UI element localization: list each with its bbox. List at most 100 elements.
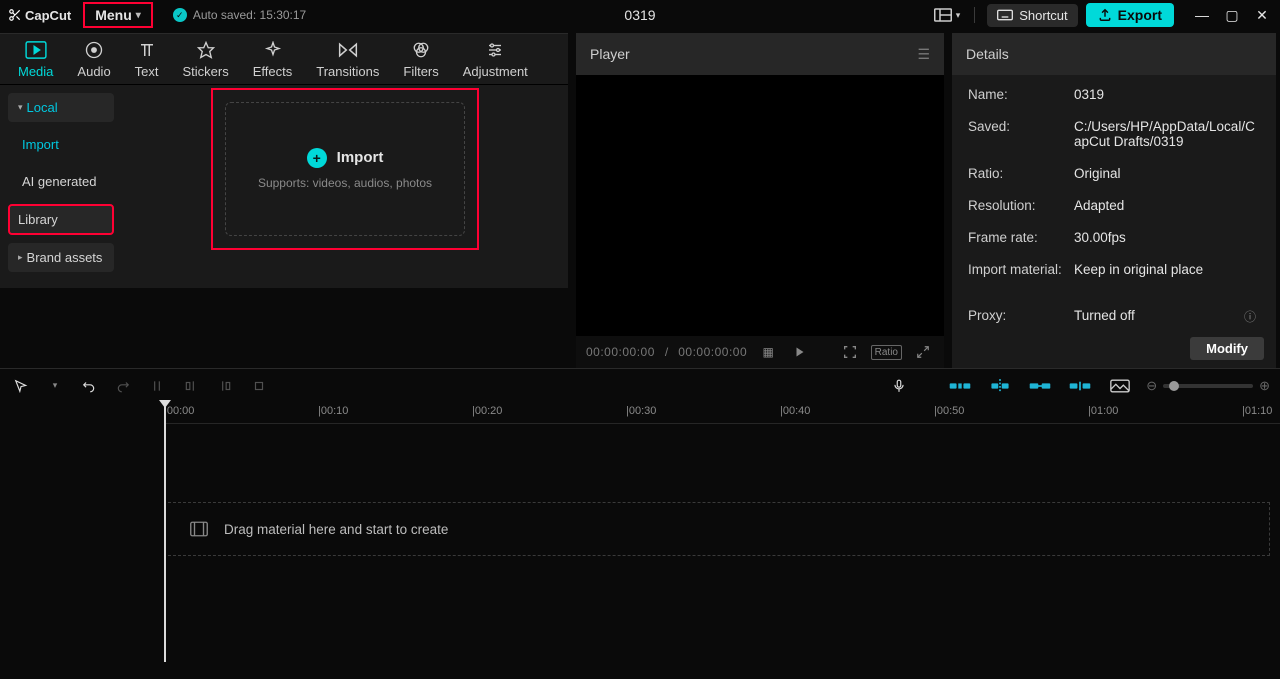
shortcut-button[interactable]: Shortcut xyxy=(987,4,1077,27)
sidebar-item-ai[interactable]: AI generated xyxy=(8,167,114,196)
ruler-tick: |00:20 xyxy=(472,405,502,417)
app-logo: CapCut xyxy=(8,8,71,23)
sidebar-item-local[interactable]: ▾ Local xyxy=(8,93,114,122)
preview-mode-button[interactable] xyxy=(1066,376,1094,396)
modify-button[interactable]: Modify xyxy=(1190,337,1264,360)
menu-button[interactable]: Menu ▾ xyxy=(83,2,153,28)
detail-ratio: Ratio: Original xyxy=(968,166,1260,181)
menu-icon[interactable]: ☰ xyxy=(917,46,930,63)
scan-icon[interactable] xyxy=(839,344,861,360)
link-button[interactable] xyxy=(1026,376,1054,396)
drop-hint-text: Drag material here and start to create xyxy=(224,522,448,537)
autosave-status: ✓ Auto saved: 15:30:17 xyxy=(173,8,306,22)
maximize-button[interactable]: ▢ xyxy=(1222,7,1242,24)
tab-transitions[interactable]: Transitions xyxy=(306,36,389,83)
magnet-main-button[interactable] xyxy=(946,376,974,396)
timeline-drop-hint: Drag material here and start to create xyxy=(168,502,1270,556)
text-icon xyxy=(138,40,156,60)
tab-label: Text xyxy=(135,64,159,79)
window-controls: — ▢ ✕ xyxy=(1192,7,1272,24)
main-tabs: Media Audio Text Stickers Effects Transi… xyxy=(0,33,568,85)
scissors-icon xyxy=(8,8,22,22)
adjustment-icon xyxy=(486,40,504,60)
tab-media[interactable]: Media xyxy=(8,36,63,83)
pointer-tool[interactable] xyxy=(10,379,32,393)
detail-import-material: Import material: Keep in original place xyxy=(968,262,1260,277)
help-icon[interactable]: ⓘ xyxy=(1244,308,1256,325)
export-button[interactable]: Export xyxy=(1086,3,1174,27)
detail-saved: Saved: C:/Users/HP/AppData/Local/CapCut … xyxy=(968,119,1260,149)
filters-icon xyxy=(412,40,430,60)
details-body: Name: 0319 Saved: C:/Users/HP/AppData/Lo… xyxy=(952,75,1276,337)
sidebar-item-library[interactable]: Library xyxy=(8,204,114,235)
ruler-tick: |00:30 xyxy=(626,405,656,417)
player-title: Player xyxy=(590,46,630,62)
fullscreen-icon[interactable] xyxy=(912,345,934,359)
sidebar-item-import[interactable]: Import xyxy=(8,130,114,159)
media-main: + Import Supports: videos, audios, photo… xyxy=(122,85,568,288)
player-panel: Player ☰ 00:00:00:00 / 00:00:00:00 ▦ Rat… xyxy=(576,33,944,368)
detail-resolution: Resolution: Adapted xyxy=(968,198,1260,213)
player-controls: 00:00:00:00 / 00:00:00:00 ▦ Ratio xyxy=(576,336,944,368)
import-label: Import xyxy=(337,149,384,166)
redo-button xyxy=(112,379,134,393)
tab-audio[interactable]: Audio xyxy=(67,36,120,83)
media-icon xyxy=(25,40,47,60)
tab-label: Effects xyxy=(253,64,293,79)
player-viewport xyxy=(576,75,944,336)
chevron-down-icon: ▾ xyxy=(136,10,141,21)
sidebar-item-label: Brand assets xyxy=(27,250,103,265)
sidebar-item-label: Library xyxy=(18,212,58,227)
divider xyxy=(974,7,975,23)
timeline-tracks[interactable]: Drag material here and start to create xyxy=(164,424,1280,594)
tab-text[interactable]: Text xyxy=(125,36,169,83)
detail-proxy: Proxy: Turned off ⓘ xyxy=(968,308,1260,325)
tab-stickers[interactable]: Stickers xyxy=(173,36,239,83)
import-dropzone[interactable]: + Import Supports: videos, audios, photo… xyxy=(225,102,465,236)
minimize-button[interactable]: — xyxy=(1192,7,1212,23)
zoom-out-icon[interactable]: ⊖ xyxy=(1146,378,1157,394)
tab-effects[interactable]: Effects xyxy=(243,36,303,83)
chevron-down-icon: ▾ xyxy=(956,10,961,21)
tab-filters[interactable]: Filters xyxy=(393,36,448,83)
workspace: Media Audio Text Stickers Effects Transi… xyxy=(0,33,1280,368)
plus-icon: + xyxy=(307,148,327,168)
time-current: 00:00:00:00 xyxy=(586,345,655,359)
ruler-tick: |01:00 xyxy=(1088,405,1118,417)
sidebar-item-brand[interactable]: ▸ Brand assets xyxy=(8,243,114,272)
shortcut-label: Shortcut xyxy=(1019,8,1067,23)
audio-icon xyxy=(85,40,103,60)
stickers-icon xyxy=(197,40,215,60)
magnet-align-button[interactable] xyxy=(986,376,1014,396)
cover-button[interactable] xyxy=(1106,376,1134,396)
chevron-down-icon[interactable]: ▾ xyxy=(44,380,66,391)
timeline: |00:00|00:10|00:20|00:30|00:40|00:50|01:… xyxy=(0,402,1280,662)
ratio-button[interactable]: Ratio xyxy=(871,345,902,360)
close-button[interactable]: ✕ xyxy=(1252,7,1272,24)
details-title: Details xyxy=(966,46,1009,62)
detail-name: Name: 0319 xyxy=(968,87,1260,102)
grid-icon[interactable]: ▦ xyxy=(757,345,779,359)
delete-button xyxy=(248,379,270,393)
tab-adjustment[interactable]: Adjustment xyxy=(453,36,538,83)
media-panel: ▾ Local Import AI generated Library ▸ Br… xyxy=(0,85,568,288)
timeline-ruler[interactable]: |00:00|00:10|00:20|00:30|00:40|00:50|01:… xyxy=(164,402,1280,424)
split-button xyxy=(146,379,168,393)
timeline-toolbar: ▾ ⊖ ⊕ xyxy=(0,368,1280,402)
zoom-slider[interactable]: ⊖ ⊕ xyxy=(1146,378,1270,394)
details-footer: Modify xyxy=(952,337,1276,368)
media-sidebar: ▾ Local Import AI generated Library ▸ Br… xyxy=(0,85,122,288)
sidebar-item-label: AI generated xyxy=(22,174,96,189)
layout-button[interactable]: ▾ xyxy=(932,6,963,24)
play-button[interactable] xyxy=(789,346,811,358)
app-name: CapCut xyxy=(25,8,71,23)
tab-label: Audio xyxy=(77,64,110,79)
mic-button[interactable] xyxy=(888,378,910,394)
zoom-in-icon[interactable]: ⊕ xyxy=(1259,378,1270,394)
undo-button[interactable] xyxy=(78,379,100,393)
tab-label: Transitions xyxy=(316,64,379,79)
tab-label: Filters xyxy=(403,64,438,79)
effects-icon xyxy=(264,40,282,60)
ruler-tick: |01:10 xyxy=(1242,405,1272,417)
export-icon xyxy=(1098,8,1112,22)
